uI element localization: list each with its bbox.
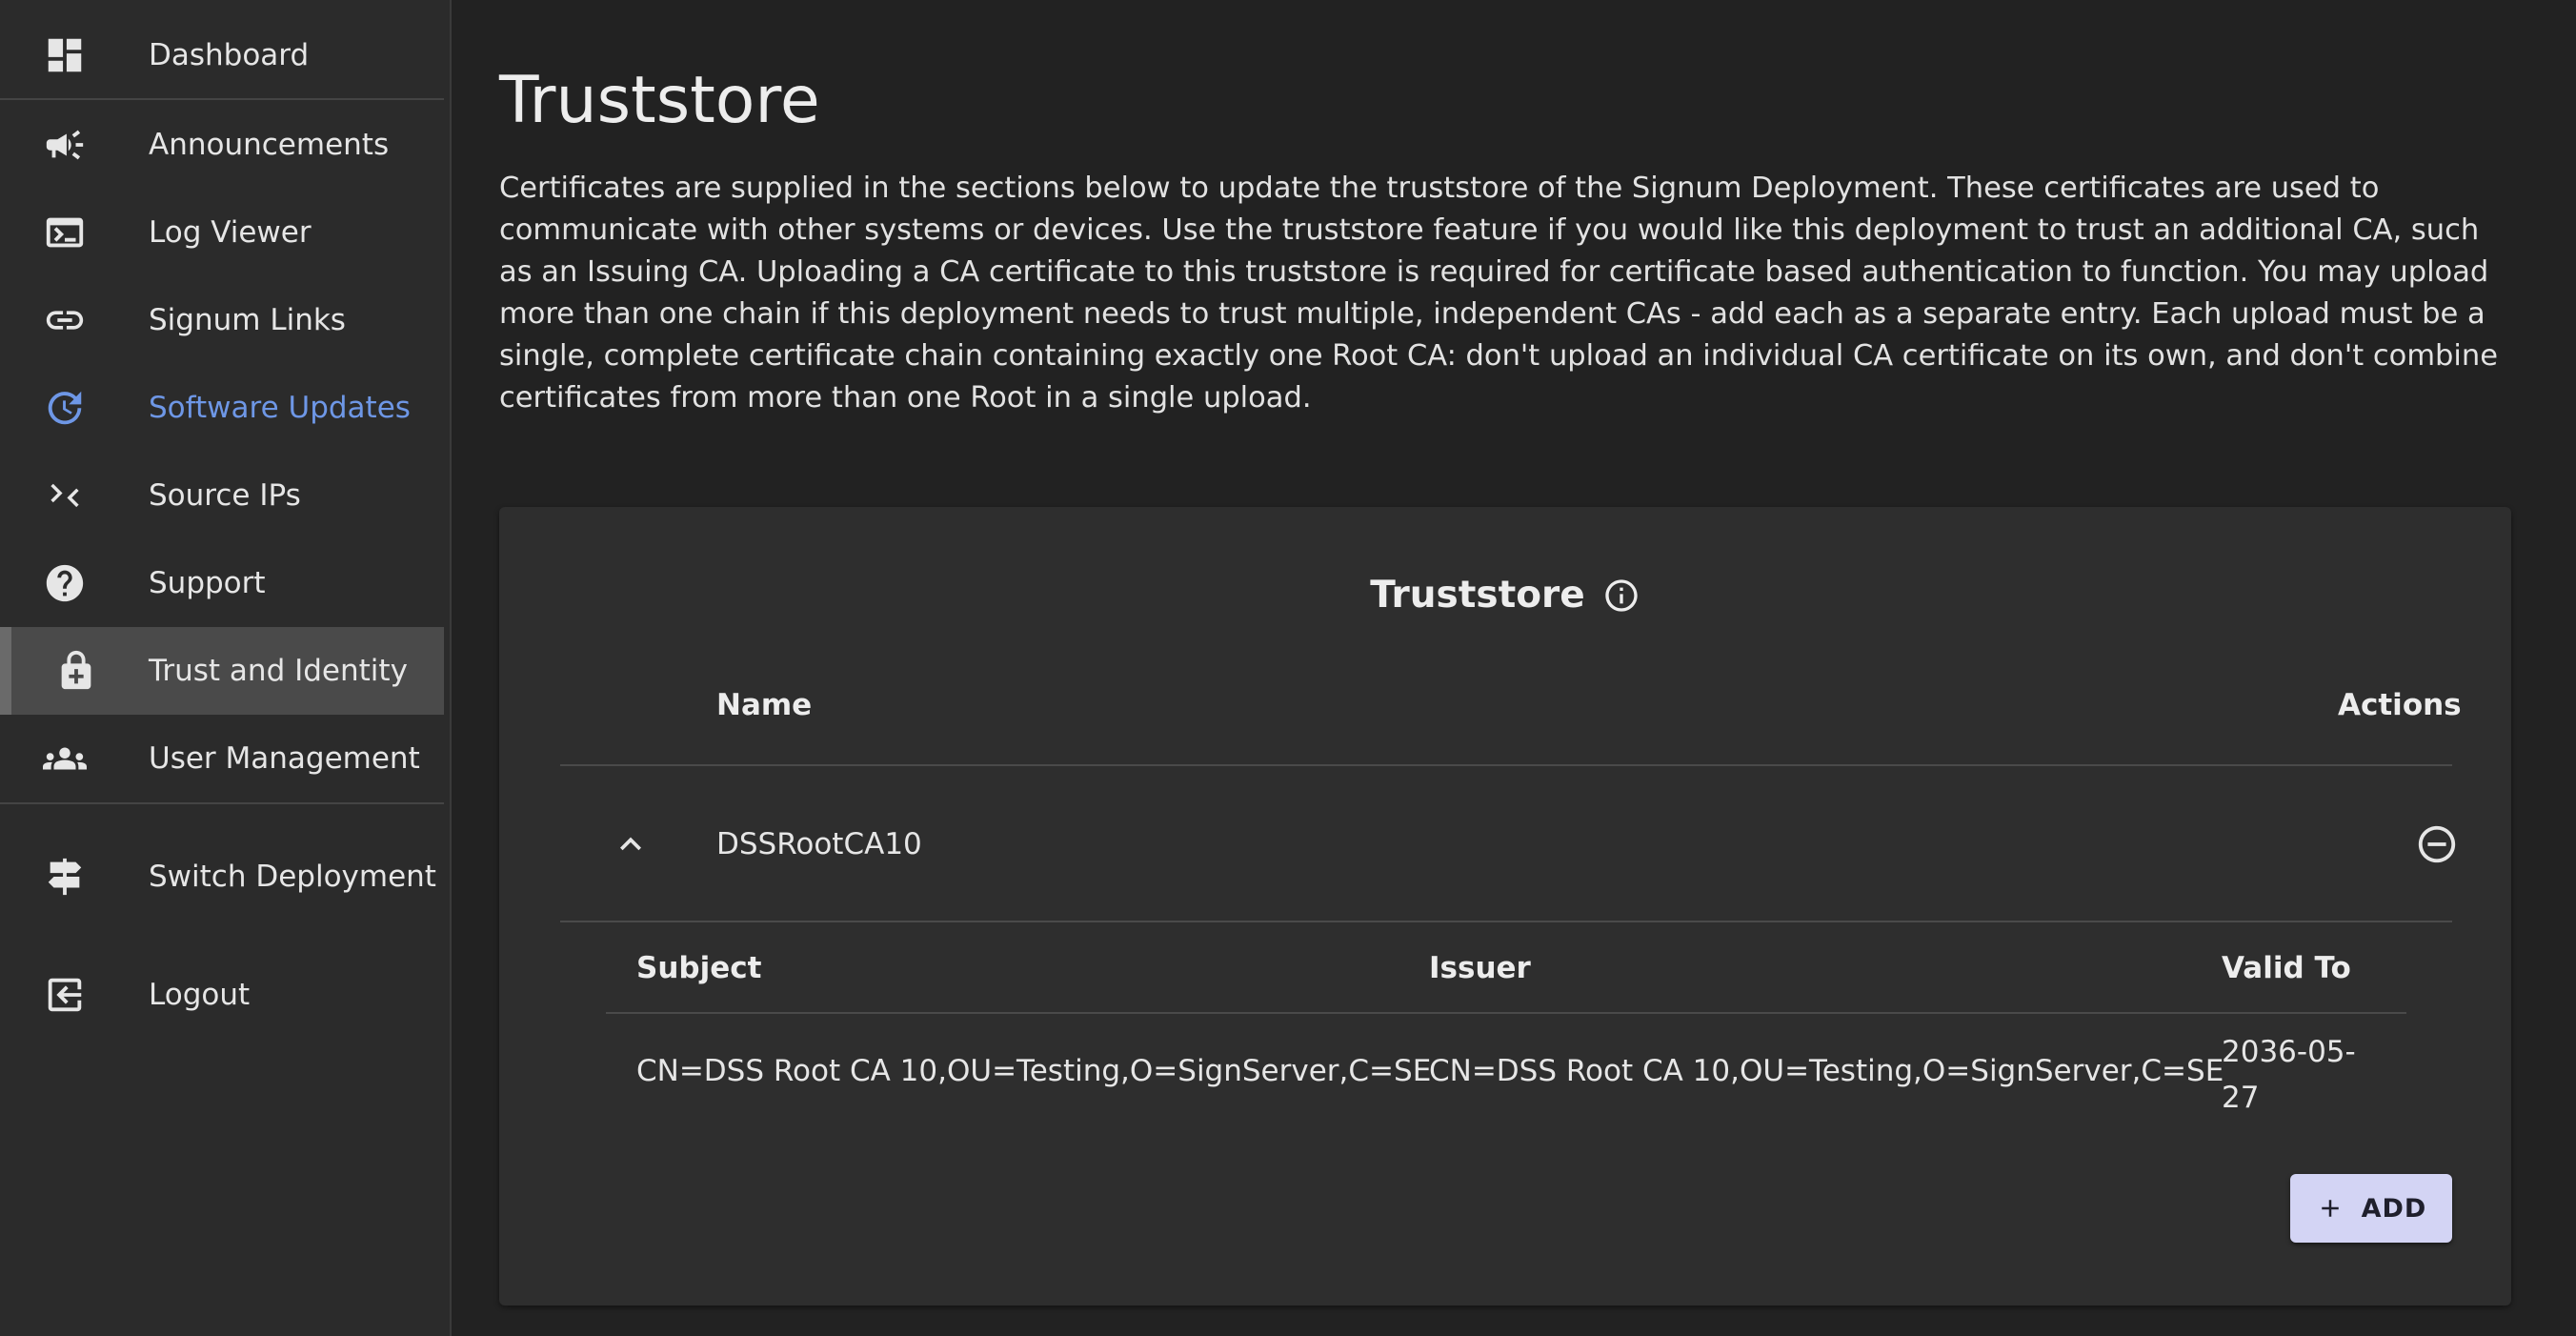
sidebar-item-label: User Management bbox=[149, 741, 420, 776]
sidebar-item-label: Signum Links bbox=[149, 303, 346, 337]
sidebar-divider bbox=[0, 802, 444, 804]
megaphone-icon bbox=[42, 122, 88, 168]
sidebar-item-announcements[interactable]: Announcements bbox=[0, 114, 444, 175]
column-header-issuer: Issuer bbox=[1429, 951, 1531, 985]
column-header-subject: Subject bbox=[636, 951, 762, 985]
sidebar-item-signum-links[interactable]: Signum Links bbox=[0, 290, 444, 351]
add-button[interactable]: ADD bbox=[2290, 1174, 2452, 1243]
truststore-card: Truststore Name Actions DSSRootCA10 Subj… bbox=[499, 507, 2511, 1306]
switch-deployment-label: Switch Deployment bbox=[149, 860, 436, 894]
sidebar-item-log-viewer[interactable]: Log Viewer bbox=[0, 202, 444, 263]
certificate-issuer: CN=DSS Root CA 10,OU=Testing,O=SignServe… bbox=[1429, 1054, 2224, 1088]
sidebar-item-label: Announcements bbox=[149, 128, 390, 162]
logout-icon bbox=[42, 972, 88, 1018]
plus-icon bbox=[2321, 1200, 2339, 1217]
link-icon bbox=[42, 297, 88, 343]
add-button-label: ADD bbox=[2361, 1193, 2427, 1224]
compress-arrows-icon bbox=[42, 473, 88, 518]
sidebar-item-label: Software Updates bbox=[149, 391, 411, 425]
sidebar-item-dashboard[interactable]: Dashboard bbox=[0, 25, 444, 86]
sidebar-item-label: Dashboard bbox=[149, 38, 310, 72]
lock-plus-icon bbox=[53, 648, 99, 694]
help-circle-icon bbox=[42, 560, 88, 606]
dashboard-icon bbox=[42, 32, 88, 78]
table-row: DSSRootCA10 bbox=[560, 768, 2456, 922]
sidebar-item-label: Log Viewer bbox=[149, 215, 312, 250]
sidebar: Dashboard Announcements Log Viewer Signu… bbox=[0, 0, 452, 1336]
sidebar-item-label: Trust and Identity bbox=[149, 654, 408, 688]
truststore-card-title: Truststore bbox=[1370, 574, 1585, 617]
column-header-actions: Actions bbox=[2338, 688, 2462, 722]
sidebar-item-trust-and-identity[interactable]: Trust and Identity bbox=[0, 627, 444, 715]
logout-button[interactable]: Logout bbox=[0, 964, 444, 1025]
terminal-icon bbox=[42, 210, 88, 255]
update-icon bbox=[42, 385, 88, 431]
column-header-name: Name bbox=[716, 688, 813, 722]
group-icon bbox=[42, 736, 88, 781]
sidebar-item-software-updates[interactable]: Software Updates bbox=[0, 377, 444, 438]
column-header-valid-to: Valid To bbox=[2222, 951, 2351, 985]
info-icon[interactable] bbox=[1602, 577, 1640, 615]
sidebar-item-source-ips[interactable]: Source IPs bbox=[0, 465, 444, 526]
switch-deployment-button[interactable]: Switch Deployment bbox=[0, 846, 444, 907]
sidebar-item-label: Support bbox=[149, 566, 266, 600]
certificate-table-header: Subject Issuer Valid To bbox=[606, 924, 2406, 1014]
truststore-table-header: Name Actions bbox=[560, 688, 2462, 766]
certificate-valid-to: 2036-05-27 bbox=[2222, 1035, 2356, 1115]
sidebar-divider bbox=[0, 98, 444, 100]
certificate-row: CN=DSS Root CA 10,OU=Testing,O=SignServe… bbox=[606, 1016, 2406, 1140]
truststore-card-header: Truststore bbox=[499, 574, 2511, 617]
sidebar-item-label: Source IPs bbox=[149, 478, 301, 513]
remove-circle-icon[interactable] bbox=[2414, 821, 2460, 867]
sidebar-item-user-management[interactable]: User Management bbox=[0, 728, 444, 789]
page-description: Certificates are supplied in the section… bbox=[499, 172, 2498, 415]
page-title: Truststore bbox=[499, 63, 820, 138]
logout-label: Logout bbox=[149, 978, 251, 1012]
entry-name: DSSRootCA10 bbox=[716, 827, 922, 861]
signpost-icon bbox=[42, 854, 88, 900]
chevron-up-icon[interactable] bbox=[606, 820, 655, 869]
certificate-subject: CN=DSS Root CA 10,OU=Testing,O=SignServe… bbox=[636, 1054, 1432, 1088]
sidebar-item-support[interactable]: Support bbox=[0, 553, 444, 614]
